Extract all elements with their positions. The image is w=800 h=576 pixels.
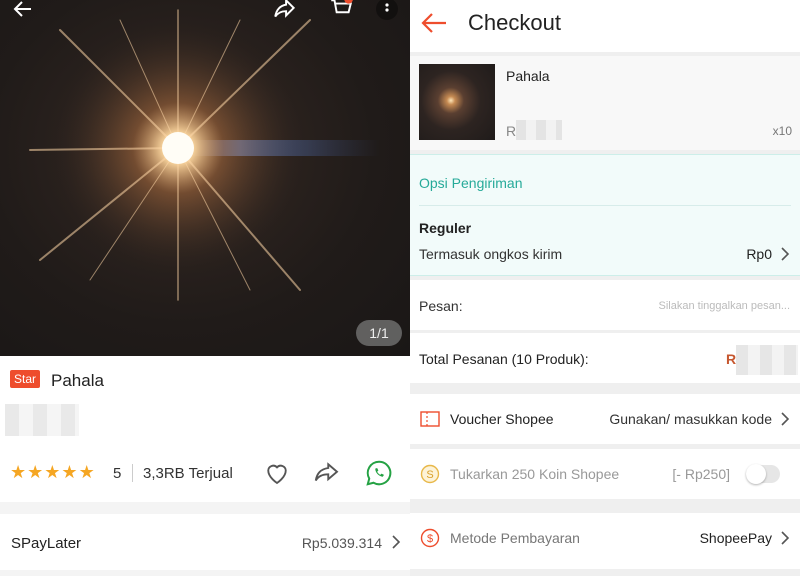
coins-label: Tukarkan 250 Koin Shopee xyxy=(450,466,620,482)
spaylater-row[interactable]: SPayLater Rp5.039.314 xyxy=(0,514,410,570)
rating-value: 5 xyxy=(113,465,122,482)
back-arrow-icon[interactable] xyxy=(6,0,40,26)
star-icon: ★ xyxy=(78,462,95,482)
heart-icon[interactable] xyxy=(262,458,292,488)
product-price-redacted xyxy=(5,404,79,436)
payment-label: Metode Pembayaran xyxy=(450,530,580,546)
back-arrow-icon[interactable] xyxy=(420,10,448,41)
star-icon: ★ xyxy=(10,462,27,482)
spaylater-label: SPayLater xyxy=(11,535,82,552)
voucher-icon xyxy=(420,409,440,429)
item-thumbnail xyxy=(419,64,495,140)
product-name: Pahala xyxy=(51,371,104,390)
chevron-right-icon xyxy=(779,529,791,552)
product-image[interactable]: 1/1 xyxy=(0,0,410,356)
checkout-header: Checkout xyxy=(410,0,800,52)
chevron-right-icon xyxy=(390,533,402,556)
star-seller-badge: Star xyxy=(10,370,41,388)
svg-text:$: $ xyxy=(427,533,433,545)
shipping-options[interactable]: Opsi Pengiriman Reguler Termasuk ongkos … xyxy=(410,154,800,276)
star-rating: ★ ★ ★ ★ ★ xyxy=(10,463,95,481)
whatsapp-icon[interactable] xyxy=(364,458,394,488)
checkout-page: Checkout Pahala R x10 Opsi Pengiriman Re… xyxy=(410,0,800,576)
item-name: Pahala xyxy=(506,68,550,84)
product-page: 1/1 Star Pahala ★ ★ ★ ★ ★ 5 3,3RB Terjua… xyxy=(0,0,410,576)
svg-text:S: S xyxy=(426,469,433,481)
message-label: Pesan: xyxy=(419,298,463,314)
order-total: Total Pesanan (10 Produk): R xyxy=(410,333,800,383)
spaylater-limit: Rp5.039.314 xyxy=(301,535,382,551)
divider xyxy=(419,205,791,206)
share-icon[interactable] xyxy=(268,0,302,26)
voucher-row[interactable]: Voucher Shopee Gunakan/ masukkan kode xyxy=(410,394,800,444)
sold-count: 3,3RB Terjual xyxy=(143,465,233,482)
star-icon: ★ xyxy=(44,462,61,482)
total-value: R xyxy=(726,351,737,367)
total-redacted xyxy=(736,345,798,375)
cart-icon[interactable] xyxy=(324,0,358,26)
payment-method: ShopeePay xyxy=(699,530,772,546)
shipping-method-name: Reguler xyxy=(419,220,472,236)
coins-amount: [- Rp250] xyxy=(672,466,730,482)
page-title: Checkout xyxy=(468,10,561,35)
total-label: Total Pesanan (10 Produk): xyxy=(419,351,589,367)
coin-icon: S xyxy=(420,464,440,484)
payment-row[interactable]: $ Metode Pembayaran ShopeePay xyxy=(410,513,800,569)
chevron-right-icon xyxy=(779,245,791,268)
coins-row: S Tukarkan 250 Koin Shopee [- Rp250] xyxy=(410,449,800,499)
voucher-label: Voucher Shopee xyxy=(450,411,554,427)
shipping-method-desc: Termasuk ongkos kirim xyxy=(419,246,563,262)
message-input[interactable] xyxy=(590,296,790,316)
flare-image xyxy=(29,9,380,301)
payment-icon: $ xyxy=(420,528,440,548)
divider xyxy=(132,464,133,482)
order-item: Pahala R x10 xyxy=(410,56,800,150)
star-icon: ★ xyxy=(27,462,44,482)
item-quantity: x10 xyxy=(772,124,792,138)
image-counter: 1/1 xyxy=(356,320,402,346)
shipping-cost: Rp0 xyxy=(746,246,772,262)
share-arrow-icon[interactable] xyxy=(312,458,342,488)
coins-toggle[interactable] xyxy=(746,464,780,484)
message-row: Pesan: xyxy=(410,280,800,330)
more-icon[interactable] xyxy=(370,0,404,26)
chevron-right-icon xyxy=(779,410,791,433)
shipping-heading: Opsi Pengiriman xyxy=(419,175,523,191)
star-icon: ★ xyxy=(61,462,78,482)
voucher-action: Gunakan/ masukkan kode xyxy=(609,411,772,427)
product-info: Star Pahala ★ ★ ★ ★ ★ 5 3,3RB Terjual xyxy=(0,356,410,502)
item-price: R xyxy=(506,123,517,139)
item-price-redacted xyxy=(516,120,562,140)
